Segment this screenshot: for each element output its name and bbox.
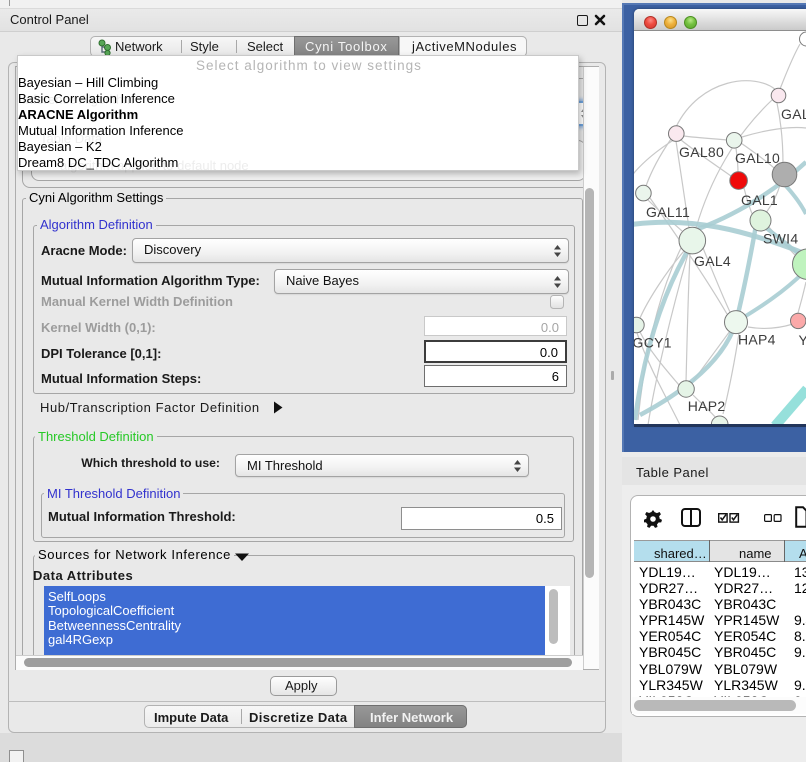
svg-text:HAP2: HAP2	[688, 398, 726, 414]
svg-text:GCY1: GCY1	[634, 335, 672, 351]
svg-text:GAL11: GAL11	[646, 204, 690, 220]
svg-text:GAL8: GAL8	[781, 106, 806, 122]
svg-text:SWI4: SWI4	[763, 231, 798, 247]
svg-text:YB: YB	[799, 332, 806, 348]
svg-text:GAL80: GAL80	[679, 144, 724, 160]
svg-text:GAL10: GAL10	[735, 150, 780, 166]
svg-text:HAP4: HAP4	[738, 332, 776, 348]
svg-text:GAL1: GAL1	[741, 192, 778, 208]
svg-text:GAL4: GAL4	[694, 253, 731, 269]
